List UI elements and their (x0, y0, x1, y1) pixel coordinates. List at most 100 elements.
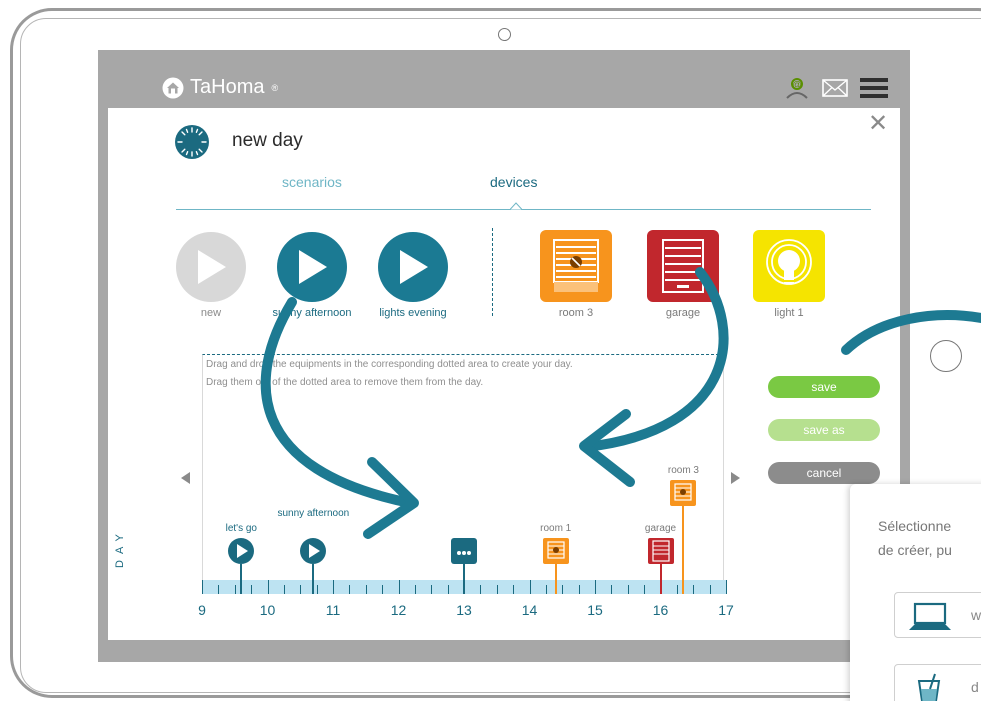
timeline-tick (693, 585, 695, 594)
timeline-marker-label: room 3 (667, 465, 699, 476)
timeline-tick (333, 580, 334, 594)
timeline-tick (382, 585, 384, 594)
timeline-tick (578, 585, 580, 594)
timeline-garage-marker[interactable] (647, 538, 674, 564)
popup-text-line-1: Sélectionne (878, 518, 952, 534)
timeline-scenario-marker[interactable] (300, 538, 327, 564)
timeline-tick (611, 585, 613, 594)
scenario-sunny-afternoon-label: sunny afternoon (272, 307, 352, 319)
menu-icon[interactable] (860, 77, 888, 99)
camera-icon (498, 28, 511, 41)
app-logo[interactable]: TaHoma ® (162, 76, 278, 99)
play-icon (299, 250, 327, 284)
timeline-marker-label: room 1 (540, 523, 572, 534)
close-icon[interactable]: ✕ (868, 112, 888, 136)
logo-text: TaHoma (190, 76, 265, 98)
timeline-tick (595, 580, 596, 594)
timeline-tick (218, 585, 220, 594)
timeline-tick (202, 580, 203, 594)
svg-text:@: @ (792, 80, 801, 90)
popup-option-drink[interactable]: d (894, 664, 981, 701)
save-button[interactable]: save (768, 376, 880, 398)
timeline-marker-label: let's go (225, 523, 257, 534)
hint-line-1: Drag and drop the equipments in the corr… (206, 359, 573, 370)
timeline-more-marker[interactable] (451, 538, 477, 564)
hour-label: 12 (390, 602, 407, 618)
scenario-new-button[interactable] (176, 232, 246, 302)
device-room-3[interactable] (540, 230, 612, 302)
account-icon[interactable]: @ (784, 76, 810, 100)
mail-icon[interactable] (822, 78, 848, 98)
hour-label: 15 (587, 602, 603, 618)
scenario-new-label: new (200, 307, 222, 319)
timeline-tick (545, 585, 547, 594)
timeline-tick (283, 585, 285, 594)
timeline-tick (562, 585, 564, 594)
timeline-tick (431, 585, 433, 594)
house-icon (162, 77, 184, 98)
scenario-lights-evening-button[interactable] (378, 232, 448, 302)
timeline-tick (414, 585, 416, 594)
shutter-icon (553, 239, 599, 292)
device-light-1[interactable] (753, 230, 825, 302)
timeline-marker-stem (682, 506, 685, 594)
timeline-tick (496, 585, 498, 594)
new-day-dialog: ✕ new day scenarios devices new sunny af… (108, 108, 900, 640)
save-as-button[interactable]: save as (768, 419, 880, 441)
dialog-title: new day (232, 130, 303, 151)
timeline-marker-stem (240, 564, 243, 594)
garage-door-icon (662, 239, 704, 293)
device-garage[interactable] (647, 230, 719, 302)
timeline-tick (365, 585, 367, 594)
play-icon (400, 250, 428, 284)
timeline-next-arrow[interactable] (731, 472, 740, 484)
scenario-sunny-afternoon-button[interactable] (277, 232, 347, 302)
timeline-tick (349, 585, 351, 594)
timeline-marker-label: sunny afternoon (277, 508, 350, 519)
hint-line-2: Drag them out of the dotted area to remo… (206, 377, 484, 388)
timeline-tick (267, 580, 269, 594)
timeline-tick (300, 585, 302, 594)
popup-option-work[interactable]: w (894, 592, 981, 638)
timeline-marker-stem (312, 564, 315, 594)
timeline-tick (480, 585, 482, 594)
scenario-lights-evening-label: lights evening (379, 307, 447, 319)
popup-option-drink-label: d (971, 679, 979, 695)
bulb-icon (766, 239, 812, 285)
cancel-button[interactable]: cancel (768, 462, 880, 484)
laptop-icon (909, 602, 951, 630)
timeline-marker-stem (554, 564, 557, 594)
tab-devices[interactable]: devices (490, 174, 537, 190)
timeline-marker-stem (463, 564, 465, 594)
side-popup: Sélectionne de créer, pu w d (850, 484, 981, 701)
home-button[interactable] (930, 340, 962, 372)
hour-label: 9 (198, 602, 206, 618)
timeline-tick (513, 585, 515, 594)
timeline-prev-arrow[interactable] (181, 472, 190, 484)
popup-text-line-2: de créer, pu (878, 542, 952, 558)
play-icon (198, 250, 226, 284)
timeline-tick (676, 585, 678, 594)
timeline-tick (627, 585, 629, 594)
device-garage-label: garage (665, 307, 701, 319)
timeline-tick (251, 585, 253, 594)
timeline-shutter-marker[interactable] (670, 480, 697, 506)
device-light-1-label: light 1 (774, 307, 804, 319)
hour-label: 14 (521, 602, 538, 618)
timeline-tick (644, 585, 646, 594)
section-divider (492, 228, 493, 316)
tab-underline (176, 209, 871, 210)
drink-icon (917, 673, 941, 701)
timeline-tick (529, 580, 531, 594)
device-room-3-label: room 3 (558, 307, 594, 319)
timeline-tick (234, 585, 236, 594)
timeline-tick (709, 585, 711, 594)
tab-scenarios[interactable]: scenarios (282, 174, 342, 190)
popup-option-work-label: w (971, 607, 981, 623)
logo-registered: ® (271, 82, 279, 93)
top-bar: TaHoma ® @ (98, 50, 910, 106)
day-axis-label: DAY (114, 528, 126, 568)
timeline-scenario-marker[interactable] (228, 538, 255, 564)
hour-label: 10 (259, 602, 276, 618)
timeline-shutter-marker[interactable] (542, 538, 569, 564)
